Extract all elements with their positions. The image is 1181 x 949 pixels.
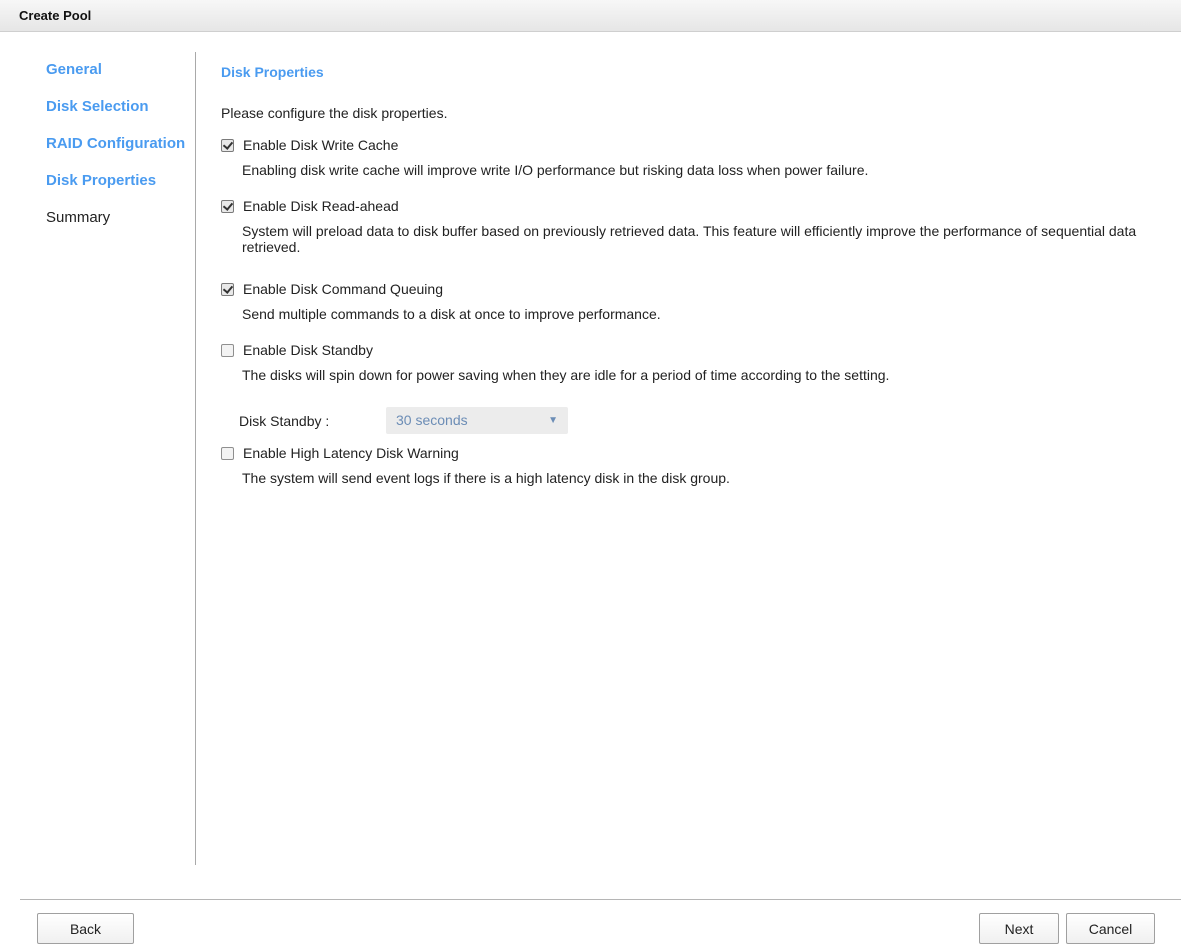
next-button[interactable]: Next <box>979 913 1059 944</box>
write-cache-description: Enabling disk write cache will improve w… <box>242 162 869 178</box>
nav-divider <box>195 52 196 865</box>
step-summary: Summary <box>46 209 111 226</box>
intro-text: Please configure the disk properties. <box>221 105 448 121</box>
option-write-cache: Enable Disk Write Cache Enabling disk wr… <box>221 136 1162 178</box>
step-raid-configuration[interactable]: RAID Configuration <box>46 136 185 173</box>
dialog-title: Create Pool <box>19 8 92 23</box>
read-ahead-checkbox[interactable] <box>221 199 234 213</box>
step-general[interactable]: General <box>46 62 185 99</box>
back-button[interactable]: Back <box>37 913 134 944</box>
option-command-queuing: Enable Disk Command Queuing Send multipl… <box>221 280 1162 322</box>
create-pool-dialog: Create Pool General Disk Selection RAID … <box>0 0 1181 949</box>
footer-divider <box>20 899 1181 900</box>
disk-standby-select-label: Disk Standby : <box>239 412 330 429</box>
disk-standby-select-value: 30 seconds <box>396 412 468 428</box>
read-ahead-label[interactable]: Enable Disk Read-ahead <box>243 198 399 214</box>
command-queuing-checkbox[interactable] <box>221 282 234 296</box>
option-high-latency-warning: Enable High Latency Disk Warning The sys… <box>221 444 1162 486</box>
high-latency-description: The system will send event logs if there… <box>242 470 730 486</box>
read-ahead-description: System will preload data to disk buffer … <box>242 223 1137 255</box>
disk-standby-select[interactable]: 30 seconds ▼ <box>386 407 568 434</box>
step-disk-properties[interactable]: Disk Properties <box>46 173 185 210</box>
disk-standby-label[interactable]: Enable Disk Standby <box>243 342 373 358</box>
command-queuing-label[interactable]: Enable Disk Command Queuing <box>243 281 443 297</box>
write-cache-label[interactable]: Enable Disk Write Cache <box>243 137 398 153</box>
write-cache-checkbox[interactable] <box>221 138 234 152</box>
dialog-title-bar[interactable]: Create Pool <box>0 0 1181 32</box>
section-title: Disk Properties <box>221 64 324 80</box>
option-disk-standby: Enable Disk Standby The disks will spin … <box>221 341 1162 383</box>
caret-down-icon: ▼ <box>548 415 558 426</box>
disk-standby-checkbox[interactable] <box>221 343 234 357</box>
step-disk-selection[interactable]: Disk Selection <box>46 99 185 136</box>
command-queuing-description: Send multiple commands to a disk at once… <box>242 306 661 322</box>
disk-standby-description: The disks will spin down for power savin… <box>242 367 890 383</box>
wizard-steps-nav: General Disk Selection RAID Configuratio… <box>46 62 185 247</box>
disk-standby-setting: Disk Standby : 30 seconds ▼ <box>239 407 568 434</box>
high-latency-label[interactable]: Enable High Latency Disk Warning <box>243 445 459 461</box>
cancel-button[interactable]: Cancel <box>1066 913 1155 944</box>
high-latency-checkbox[interactable] <box>221 446 234 460</box>
option-read-ahead: Enable Disk Read-ahead System will prelo… <box>221 197 1162 255</box>
